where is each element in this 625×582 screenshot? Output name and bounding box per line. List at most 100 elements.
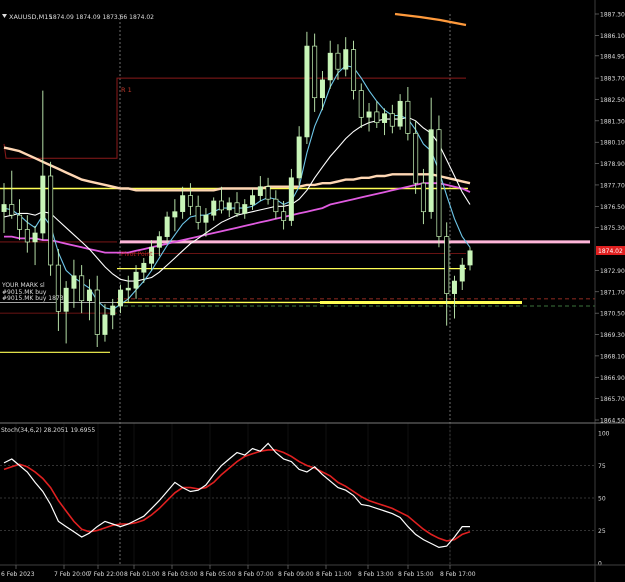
candle-body: [94, 289, 100, 335]
candle-body: [444, 236, 450, 294]
candle-body: [312, 45, 318, 99]
candle-body: [195, 205, 201, 223]
candle-body: [48, 175, 54, 266]
candle-body: [467, 250, 473, 266]
left-label-1: YOUR MARK sl: [1, 282, 45, 289]
candle-body: [125, 287, 131, 291]
candle-body: [218, 200, 224, 211]
candle-body: [71, 275, 77, 289]
price-tick-label: 1886.10: [600, 33, 625, 40]
candle-body: [428, 129, 434, 212]
price-tick-label: 1868.10: [600, 353, 625, 360]
candle: [351, 40, 357, 100]
price-tick-label: 1865.70: [600, 396, 625, 403]
candle-body: [133, 271, 139, 289]
candle-body: [40, 175, 46, 234]
stoch-tick-label: 50: [598, 496, 606, 503]
candle-body: [63, 287, 69, 312]
time-tick-label: 6 Feb 2023: [1, 571, 35, 578]
candle-body: [273, 198, 279, 213]
candle: [48, 161, 54, 276]
candle-body: [335, 52, 341, 70]
candle-body: [420, 182, 426, 213]
chart-header: XAUUSD,M15 1874.09 1874.09 1873.66 1874.…: [2, 13, 154, 21]
candle-body: [17, 214, 23, 230]
price-tick-label: 1869.30: [600, 332, 625, 339]
candle-body: [366, 111, 372, 118]
candle-body: [55, 264, 61, 312]
stoch-tick-label: 0: [598, 561, 602, 568]
time-tick-label: 7 Feb 22:00: [88, 571, 124, 578]
price-tick-label: 1881.30: [600, 118, 625, 125]
price-tick-label: 1876.50: [600, 204, 625, 211]
pivot-label: Pivot Point: [121, 251, 153, 258]
symbol-title: XAUUSD,M15: [9, 13, 53, 21]
candle-body: [141, 262, 147, 273]
candle-body: [226, 202, 232, 211]
price-tick-label: 1883.70: [600, 76, 625, 83]
candle-body: [180, 195, 186, 212]
candle-body: [1, 204, 7, 212]
time-tick-label: 8 Feb 03:00: [162, 571, 198, 578]
candle-body: [374, 111, 380, 123]
candle-body: [459, 264, 465, 282]
candle-body: [281, 211, 287, 221]
time-tick-label: 7 Feb 20:00: [54, 571, 90, 578]
candle-body: [304, 45, 310, 138]
stoch-tick-label: 75: [598, 463, 606, 470]
time-tick-label: 8 Feb 05:00: [200, 571, 236, 578]
candle-body: [250, 195, 256, 205]
current-price-label: 1874.02: [598, 248, 623, 255]
candle-body: [118, 289, 124, 307]
candle-body: [351, 49, 357, 91]
candle-body: [265, 186, 271, 200]
time-tick-label: 8 Feb 01:00: [124, 571, 160, 578]
candle-body: [327, 52, 333, 81]
candle-body: [24, 229, 30, 243]
candle-body: [211, 200, 217, 216]
price-tick-label: 1872.90: [600, 268, 625, 275]
candle: [288, 168, 294, 226]
price-tick-label: 1871.70: [600, 289, 625, 296]
candle-body: [203, 214, 209, 223]
candle-body: [156, 236, 162, 248]
candle-body: [451, 280, 457, 294]
ohlc-values: 1874.09 1874.09 1873.66 1874.02: [49, 14, 154, 21]
candle-body: [164, 216, 170, 237]
price-tick-label: 1866.90: [600, 375, 625, 382]
time-tick-label: 8 Feb 07:00: [238, 571, 274, 578]
price-tick-label: 1870.50: [600, 311, 625, 318]
candle-body: [86, 289, 92, 302]
candle-body: [9, 204, 15, 216]
stoch-label: Stoch(34,6,2) 28.2051 19.6955: [1, 427, 95, 434]
time-tick-label: 8 Feb 13:00: [358, 571, 394, 578]
time-tick-label: 8 Feb 09:00: [278, 571, 314, 578]
candle-body: [436, 129, 442, 237]
candle-body: [187, 195, 193, 207]
price-tick-label: 1875.30: [600, 225, 625, 232]
candle-body: [32, 232, 38, 243]
candle-body: [234, 202, 240, 214]
candle-body: [343, 49, 349, 70]
stoch-tick-label: 100: [598, 431, 610, 438]
time-tick-label: 8 Feb 11:00: [316, 571, 352, 578]
candle-body: [172, 211, 178, 218]
candle-body: [296, 136, 302, 179]
candle-body: [319, 79, 325, 99]
price-tick-label: 1887.30: [600, 12, 625, 19]
candle-body: [389, 113, 395, 127]
candle: [436, 115, 442, 248]
candle-body: [242, 204, 248, 214]
candle-body: [405, 100, 411, 134]
candle-body: [257, 186, 263, 196]
candle-body: [110, 305, 116, 316]
candle-body: [382, 113, 388, 123]
candle-body: [288, 177, 294, 221]
time-tick-label: 8 Feb 17:00: [440, 571, 476, 578]
price-tick-label: 1882.50: [600, 97, 625, 104]
price-tick-label: 1878.90: [600, 161, 625, 168]
candle-body: [79, 275, 85, 302]
candle: [304, 31, 310, 144]
price-tick-label: 1884.95: [600, 53, 625, 60]
candle-body: [102, 314, 108, 335]
